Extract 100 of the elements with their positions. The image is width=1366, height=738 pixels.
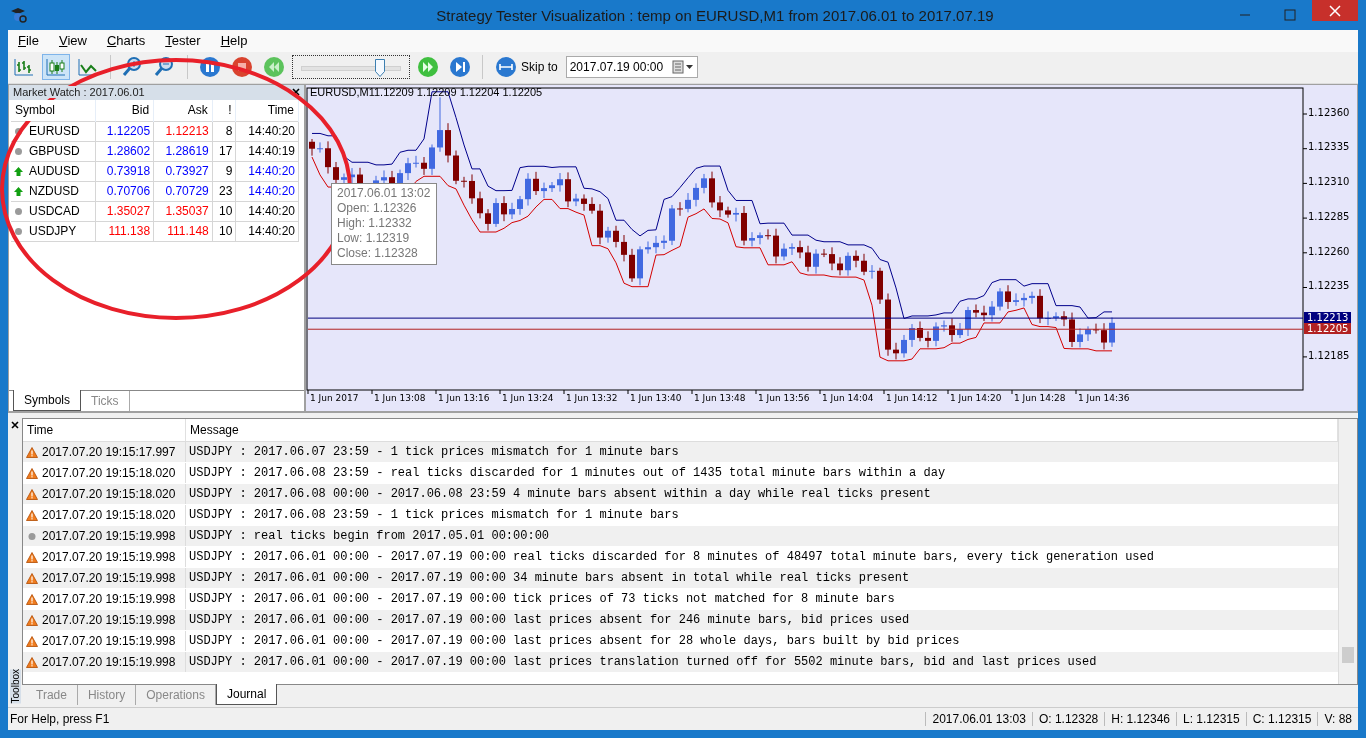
spread-cell: 17 [212, 141, 236, 162]
ask-cell: 1.12213 [153, 121, 213, 142]
panel-tab[interactable]: Ticks [81, 391, 130, 412]
status-field: O: 1.12328 [1031, 712, 1105, 727]
ask-cell: 1.28619 [153, 141, 213, 162]
spread-cell: 9 [212, 161, 236, 182]
panel-title: Market Watch : 2017.06.01 [13, 86, 145, 99]
calendar-icon [671, 60, 694, 75]
scrollbar[interactable] [1338, 419, 1357, 685]
price-axis-label: 1.12235 [1308, 280, 1350, 292]
close-icon [11, 421, 19, 430]
time-axis-label: 1 Jun 13:24 [502, 392, 554, 403]
toolbox-tab[interactable]: Journal [215, 684, 278, 706]
candle-tooltip: 2017.06.01 13:02 Open: 1.12326 High: 1.12332 Low: 1.12319 Close: 1.12328 [331, 182, 438, 265]
tick-mark [1011, 389, 1013, 395]
price-axis-label: 1.12260 [1308, 245, 1350, 257]
log-message: USDJPY : 2017.06.08 23:59 - 1 tick prices mismatch for 1 minute bars [185, 504, 1338, 526]
time-axis-label: 1 Jun 13:40 [630, 392, 682, 403]
tick-mark [755, 389, 757, 395]
speed-slider[interactable] [292, 55, 410, 80]
toolbox-label: Toolbox [9, 668, 21, 704]
menu-item[interactable]: File [10, 33, 51, 49]
status-field: 2017.06.01 13:03 [925, 712, 1032, 727]
tick-mark [1302, 286, 1308, 288]
price-axis-label: 1.12285 [1308, 210, 1350, 222]
time-axis-label: 1 Jun 13:32 [566, 392, 618, 403]
close-icon [1329, 4, 1341, 17]
window-title: Strategy Tester Visualization : temp on EURUSD,M1 from 2017.06.01 to 2017.07.19 [435, 6, 995, 24]
tick-mark [883, 389, 885, 395]
log-message: USDJPY : 2017.06.01 00:00 - 2017.07.19 00:00 last prices translation turned off for 5502 minute bars, bid and last prices used [185, 651, 1338, 673]
symbol-name: NZDUSD [29, 182, 79, 200]
tick-mark [691, 389, 693, 395]
price-tag: 1.12213 [1304, 311, 1352, 323]
tick-mark [1302, 356, 1308, 358]
spread-cell: 23 [212, 181, 236, 202]
tick-mark [947, 389, 949, 395]
price-axis-label: 1.12185 [1308, 349, 1350, 361]
time-axis-label: 1 Jun 14:20 [950, 392, 1002, 403]
bid-cell: 0.73918 [95, 161, 154, 182]
menu-item[interactable]: Help [212, 33, 260, 49]
ask-cell: 0.70729 [153, 181, 213, 202]
price-tag: 1.12205 [1304, 323, 1352, 334]
column-header[interactable]: Time [23, 419, 186, 442]
status-field: L: 1.12315 [1176, 712, 1246, 727]
log-time: 2017.07.20 19:15:18.020 [42, 465, 176, 483]
skip-to-button[interactable]: Skip to [491, 56, 562, 79]
bid-cell: 1.12205 [95, 121, 154, 142]
chart-symbol: EURUSD,M1 [310, 85, 375, 98]
menu-item[interactable]: Charts [98, 33, 158, 49]
status-field: H: 1.12346 [1104, 712, 1176, 727]
line-chart-icon [77, 57, 99, 78]
log-time: 2017.07.20 19:15:19.998 [42, 570, 176, 588]
price-axis-label: 1.12310 [1308, 176, 1350, 188]
chart-ohlc: 1.12209 1.12209 1.12204 1.12205 [374, 85, 543, 98]
status-field: V: 88 [1317, 712, 1358, 727]
time-axis-label: 1 Jun 2017 [310, 392, 359, 403]
slider-thumb[interactable] [375, 59, 386, 78]
ask-cell: 1.35037 [153, 201, 213, 222]
tick-mark [627, 389, 629, 395]
log-message: USDJPY : 2017.06.01 00:00 - 2017.07.19 00:00 last prices absent for 246 minute bars, bid prices used [185, 609, 1338, 631]
time-axis-label: 1 Jun 13:48 [694, 392, 746, 403]
tick-mark [1302, 252, 1308, 254]
tick-mark [1302, 113, 1308, 115]
chart-mode-button[interactable] [42, 54, 70, 81]
status-field: C: 1.12315 [1245, 712, 1318, 727]
bar-chart-icon [13, 57, 35, 78]
tick-mark [1075, 389, 1077, 395]
ask-cell: 111.148 [153, 221, 213, 242]
price-axis-label: 1.12335 [1308, 141, 1350, 153]
menu-item[interactable]: View [50, 33, 99, 49]
time-cell: 14:40:20 [235, 181, 299, 202]
time-axis-label: 1 Jun 14:36 [1078, 392, 1130, 403]
bid-cell: 1.28602 [95, 141, 154, 162]
tick-mark [307, 389, 309, 395]
tick-mark [1302, 217, 1308, 219]
column-header[interactable]: Symbol [11, 99, 95, 122]
log-message: USDJPY : 2017.06.01 00:00 - 2017.07.19 00:00 last prices absent for 28 whole days, bars built by bid prices [185, 630, 1338, 652]
close-icon [292, 88, 300, 97]
column-header[interactable]: Message [185, 419, 1338, 442]
time-axis-label: 1 Jun 13:08 [374, 392, 426, 403]
ask-cell: 0.73927 [153, 161, 213, 182]
tick-mark [563, 389, 565, 395]
log-time: 2017.07.20 19:15:19.998 [42, 633, 176, 651]
log-message: USDJPY : 2017.06.01 00:00 - 2017.07.19 00:00 tick prices of 73 ticks not matched for 8 minute bars [185, 588, 1338, 610]
log-message: USDJPY : 2017.06.08 00:00 - 2017.06.08 23:59 4 minute bars absent within a day while real ticks present [185, 483, 1338, 505]
tick-mark [435, 389, 437, 395]
log-time: 2017.07.20 19:15:17.997 [42, 444, 176, 462]
menu-item[interactable]: Tester [157, 33, 213, 49]
symbol-name: USDCAD [29, 202, 80, 220]
panel-tab[interactable]: Symbols [13, 390, 81, 412]
tick-mark [499, 389, 501, 395]
zoom-out-icon [154, 56, 176, 79]
step-icon [449, 56, 471, 79]
pause-icon [199, 56, 221, 79]
symbol-name: AUDUSD [29, 162, 80, 180]
log-time: 2017.07.20 19:15:18.020 [42, 486, 176, 504]
symbol-name: EURUSD [29, 122, 80, 140]
time-axis-label: 1 Jun 14:04 [822, 392, 874, 403]
date-field[interactable]: 2017.07.19 00:00 [565, 56, 698, 79]
tick-mark [371, 389, 373, 395]
